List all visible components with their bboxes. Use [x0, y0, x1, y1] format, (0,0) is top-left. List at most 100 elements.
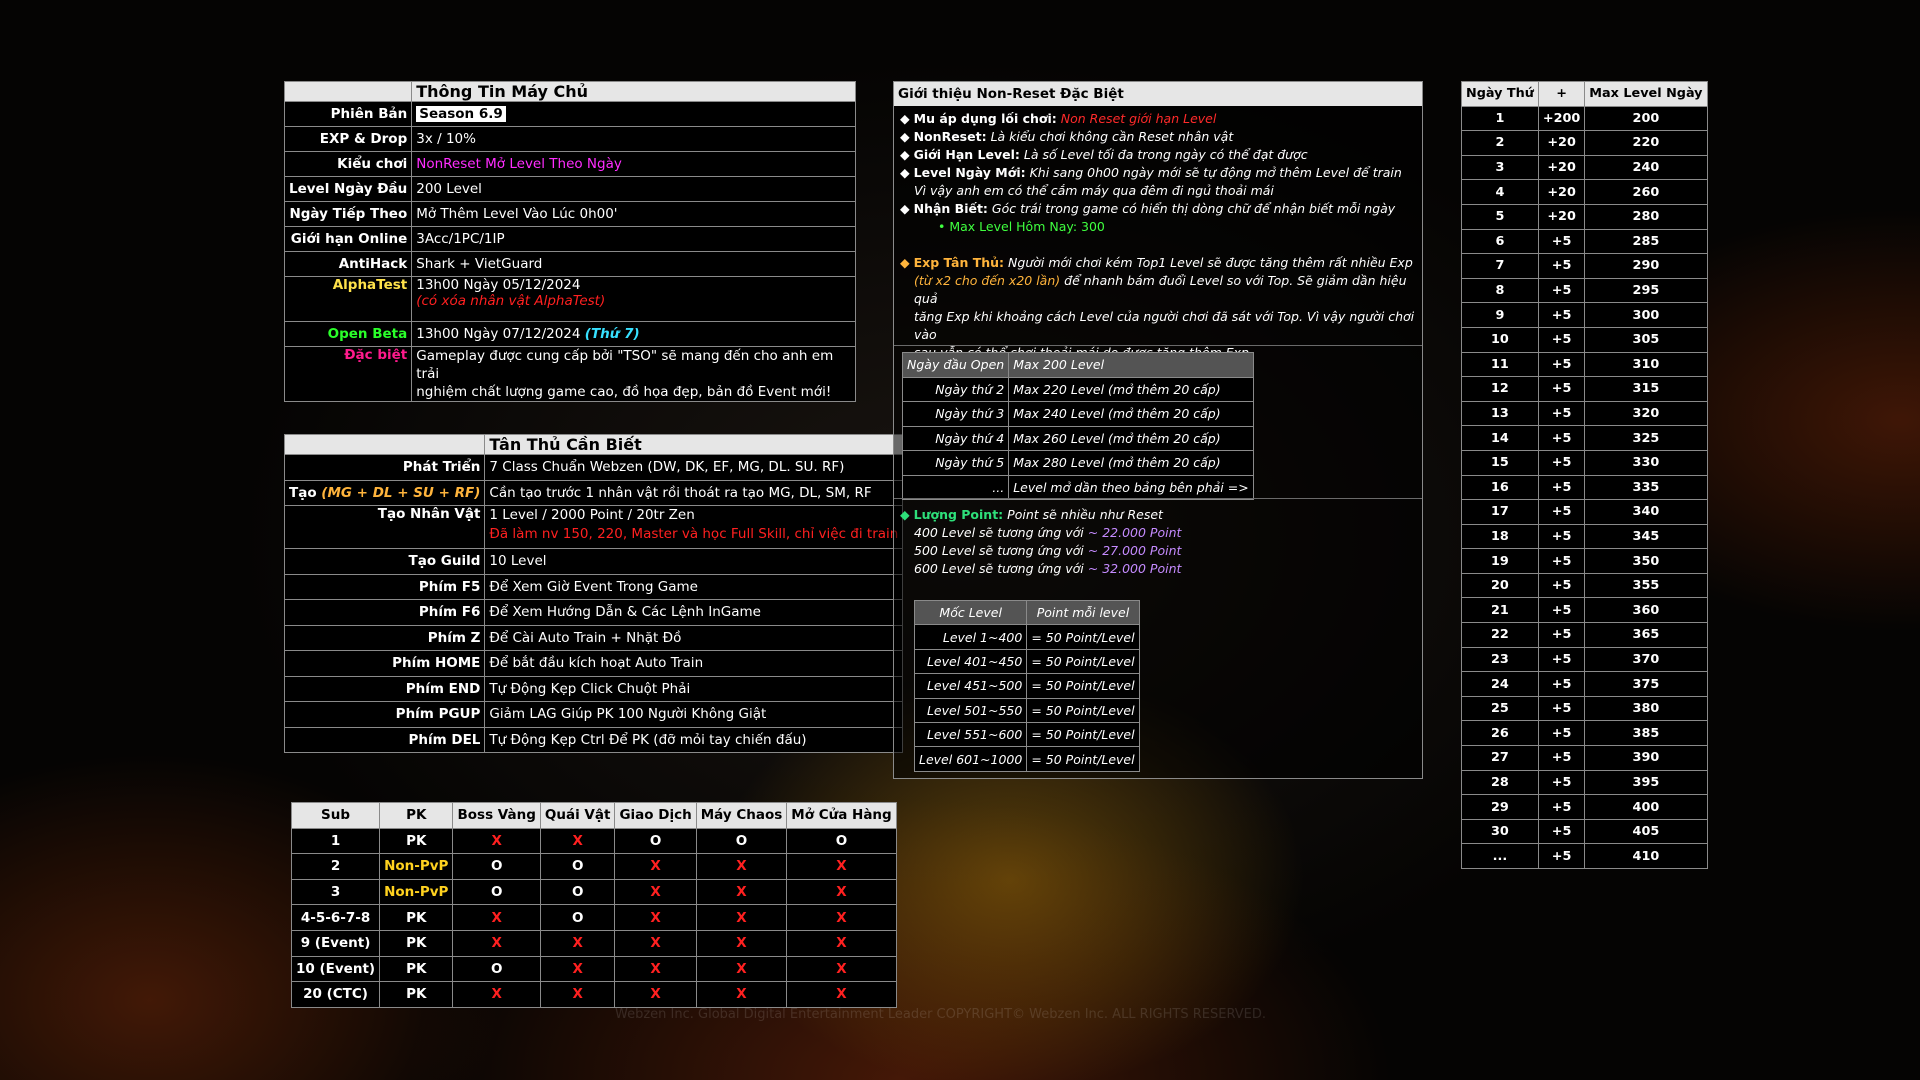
level-cell: 4	[1461, 179, 1539, 205]
level-cell: 27	[1461, 745, 1539, 771]
level-cell: 30	[1461, 818, 1539, 845]
level-row: 8 +5 295	[1461, 277, 1708, 304]
day-value: Max 220 Level (mở thêm 20 cấp)	[1008, 376, 1254, 402]
sub-cell: X	[614, 955, 697, 983]
level-cell: 285	[1584, 228, 1708, 255]
newbie-key: Phím PGUP	[283, 701, 486, 728]
level-row: 6 +5 285	[1461, 228, 1708, 255]
newbie-value: Để bắt đầu kích hoạt Auto Train	[484, 650, 904, 677]
point-level-line: 500 Level sẽ tương ứng với ~ 27.000 Poin…	[900, 542, 1181, 560]
sub-cell: X	[695, 981, 788, 1008]
sub-cell: O	[452, 853, 541, 880]
level-cell: 17	[1461, 499, 1539, 525]
day-row: Ngày thứ 4 Max 260 Level (mở thêm 20 cấp)	[901, 425, 1254, 451]
sub-cell: O	[614, 827, 697, 855]
level-cell: 385	[1584, 720, 1708, 747]
newbie-value: 7 Class Chuẩn Webzen (DW, DK, EF, MG, DL…	[484, 454, 904, 481]
server-key: Kiểu chơi	[283, 151, 413, 177]
point-value: Point mỗi level	[1026, 599, 1140, 626]
level-cell: +5	[1537, 351, 1586, 378]
sub-header-cell: Mở Cửa Hàng	[786, 802, 897, 829]
newbie-key: Tạo Nhân Vật	[283, 505, 486, 549]
newbie-value: Giảm LAG Giúp PK 100 Người Không Giật	[484, 701, 904, 728]
level-cell: +20	[1537, 154, 1586, 181]
level-row: 15 +5 330	[1461, 449, 1708, 476]
sub-cell: O	[539, 853, 616, 880]
dot-icon: •	[938, 219, 950, 234]
sub-cell: X	[786, 878, 897, 906]
point-row: Level 401~450 = 50 Point/Level	[913, 648, 1140, 675]
level-cell: +5	[1537, 794, 1586, 820]
newbie-key: Phím F5	[283, 573, 486, 600]
point-value: = 50 Point/Level	[1026, 648, 1140, 675]
point-level-line: 600 Level sẽ tương ứng với ~ 32.000 Poin…	[900, 560, 1181, 578]
level-cell: 305	[1584, 326, 1708, 353]
create-label: Tạo	[289, 484, 317, 501]
sub-cell: X	[452, 929, 541, 957]
diamond-icon: ◆	[900, 255, 910, 270]
diamond-icon: ◆	[900, 147, 910, 162]
point-value: = 50 Point/Level	[1026, 673, 1140, 699]
level-cell: 350	[1584, 548, 1708, 574]
server-value: 200 Level	[411, 176, 856, 202]
intro-bullet: ◆ Mu áp dụng lối chơi: Non Reset giới hạn…	[900, 111, 1217, 126]
point-key: Level 551~600	[913, 721, 1028, 748]
sub-cell: 3	[290, 878, 381, 906]
point-value: = 50 Point/Level	[1026, 746, 1140, 772]
newbie-corner	[283, 434, 486, 455]
sub-cell: PK	[379, 981, 454, 1008]
level-row: 18 +5 345	[1461, 523, 1708, 550]
point-key: Level 601~1000	[913, 746, 1028, 772]
point-value: = 50 Point/Level	[1026, 697, 1140, 723]
level-cell: 11	[1461, 351, 1539, 378]
level-cell: 15	[1461, 449, 1539, 476]
level-cell: +5	[1537, 818, 1586, 845]
openbeta-day: (Thứ 7)	[584, 326, 640, 342]
newbie-title: Tân Thủ Cần Biết	[484, 434, 904, 455]
alphatest-note: (có xóa nhân vật AlphaTest)	[416, 293, 606, 309]
newbie-value: 1 Level / 2000 Point / 20tr Zen Đã làm n…	[484, 505, 904, 549]
newbie-table: Tân Thủ Cần Biết Phát Triển 7 Class Chuẩ…	[283, 434, 904, 753]
day-key: ...	[901, 474, 1010, 500]
day-value: Max 280 Level (mở thêm 20 cấp)	[1008, 450, 1254, 476]
sub-cell: X	[786, 904, 897, 931]
level-row: 5 +20 280	[1461, 203, 1708, 230]
level-cell: 295	[1584, 277, 1708, 304]
max-level-today: • Max Level Hôm Nay: 300	[938, 219, 1105, 234]
point-key: Level 401~450	[913, 648, 1028, 675]
level-row: 3 +20 240	[1461, 154, 1708, 181]
level-cell: +5	[1537, 622, 1586, 648]
level-cell: +5	[1537, 474, 1586, 501]
level-cell: 1	[1461, 105, 1539, 132]
sub-cell: X	[452, 904, 541, 931]
point-row: Level 551~600 = 50 Point/Level	[913, 721, 1140, 748]
max-level-table: Ngày Thứ + Max Level Ngày 1 +200 200 2 +20 220 3…	[1461, 81, 1708, 869]
level-row: 24 +5 375	[1461, 671, 1708, 697]
level-cell: 395	[1584, 769, 1708, 796]
day-row: Ngày thứ 5 Max 280 Level (mở thêm 20 cấp)	[901, 450, 1254, 476]
server-key: Phiên Bản	[283, 101, 413, 127]
level-cell: 8	[1461, 277, 1539, 304]
sub-row: 3 Non-PvP O O X X X	[290, 878, 897, 906]
sub-server-table: Sub PK Boss Vàng Quái Vật Giao Dịch Máy Chaos…	[290, 802, 897, 1008]
level-row: 9 +5 300	[1461, 302, 1708, 328]
server-value: NonReset Mở Level Theo Ngày	[411, 151, 856, 177]
server-value: Season 6.9	[411, 101, 856, 127]
point-level-line: 400 Level sẽ tương ứng với ~ 22.000 Poin…	[900, 524, 1181, 542]
newbie-key: Phím DEL	[283, 726, 486, 753]
level-cell: +5	[1537, 572, 1586, 599]
sub-cell: X	[786, 929, 897, 957]
level-cell: 325	[1584, 425, 1708, 451]
level-cell: +20	[1537, 130, 1586, 156]
level-row: 7 +5 290	[1461, 253, 1708, 279]
newbie-key: Phím END	[283, 675, 486, 702]
point-row: Level 601~1000 = 50 Point/Level	[913, 746, 1140, 772]
create-char-line-1: 1 Level / 2000 Point / 20tr Zen	[489, 507, 695, 523]
level-cell: 14	[1461, 425, 1539, 451]
sub-header-cell: PK	[379, 802, 454, 829]
point-value: = 50 Point/Level	[1026, 721, 1140, 748]
server-info-table: Thông Tin Máy Chủ Phiên Bản Season 6.9 E…	[283, 81, 856, 402]
point-section: ◆ Lượng Point: Point sẽ nhiều như Reset 4…	[894, 502, 1181, 578]
level-cell: 360	[1584, 597, 1708, 624]
newbie-key: Phím Z	[283, 624, 486, 651]
